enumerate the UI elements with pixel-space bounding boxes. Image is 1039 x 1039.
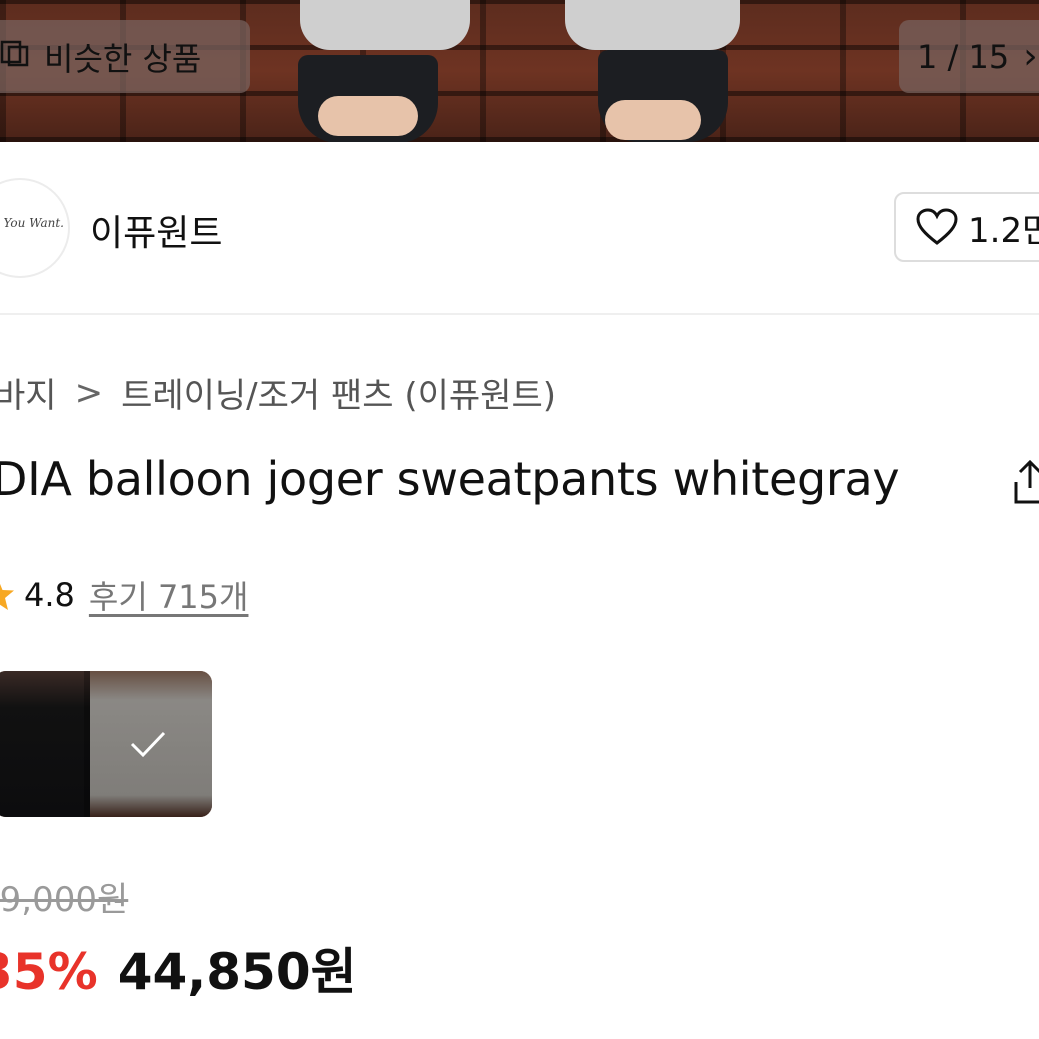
toes-left: [318, 96, 418, 136]
breadcrumb-item-category[interactable]: 바지: [0, 368, 57, 417]
option-black[interactable]: [0, 671, 90, 817]
image-counter-text: 1 / 15: [917, 37, 1010, 76]
seller-name[interactable]: 이퓨원트: [90, 204, 222, 256]
share-icon[interactable]: [1010, 458, 1039, 510]
pant-leg-right: [565, 0, 740, 50]
color-option-thumbnails[interactable]: [0, 671, 212, 817]
breadcrumb-separator: >: [74, 372, 104, 413]
seller-logo[interactable]: You Want.: [0, 178, 70, 278]
selected-check-icon: [84, 671, 212, 817]
breadcrumb-item-subcategory[interactable]: 트레이닝/조거 팬츠 (이퓨원트): [121, 368, 556, 417]
seller-logo-text: You Want.: [3, 216, 64, 230]
divider: [0, 313, 1039, 315]
chevron-right-icon: ›: [1023, 36, 1038, 77]
heart-icon: [916, 208, 958, 246]
breadcrumb: 바지 > 트레이닝/조거 팬츠 (이퓨원트): [0, 368, 556, 417]
similar-products-icon: [0, 38, 30, 76]
similar-products-button[interactable]: 비슷한 상품: [0, 20, 250, 93]
product-image[interactable]: 비슷한 상품 1 / 15 ›: [0, 0, 1039, 142]
product-title: DIA balloon joger sweatpants whitegray: [0, 452, 900, 506]
similar-products-label: 비슷한 상품: [44, 39, 202, 78]
original-price: 69,000원: [0, 880, 129, 920]
price-row: 35% 44,850원: [0, 932, 357, 1004]
rating-score: 4.8: [24, 576, 75, 614]
discount-rate: 35%: [0, 943, 98, 1001]
rating-row: 4.8 후기 715개: [0, 572, 248, 618]
like-button[interactable]: 1.2만: [894, 192, 1039, 262]
seller-row: You Want. 이퓨원트 1.2만: [0, 142, 1039, 314]
sale-price: 44,850원: [117, 943, 357, 1001]
pant-leg-left: [300, 0, 470, 50]
like-count: 1.2만: [968, 210, 1039, 251]
image-counter[interactable]: 1 / 15 ›: [899, 20, 1039, 93]
star-icon: [0, 577, 16, 613]
toes-right: [605, 100, 701, 140]
reviews-link[interactable]: 후기 715개: [89, 572, 249, 618]
